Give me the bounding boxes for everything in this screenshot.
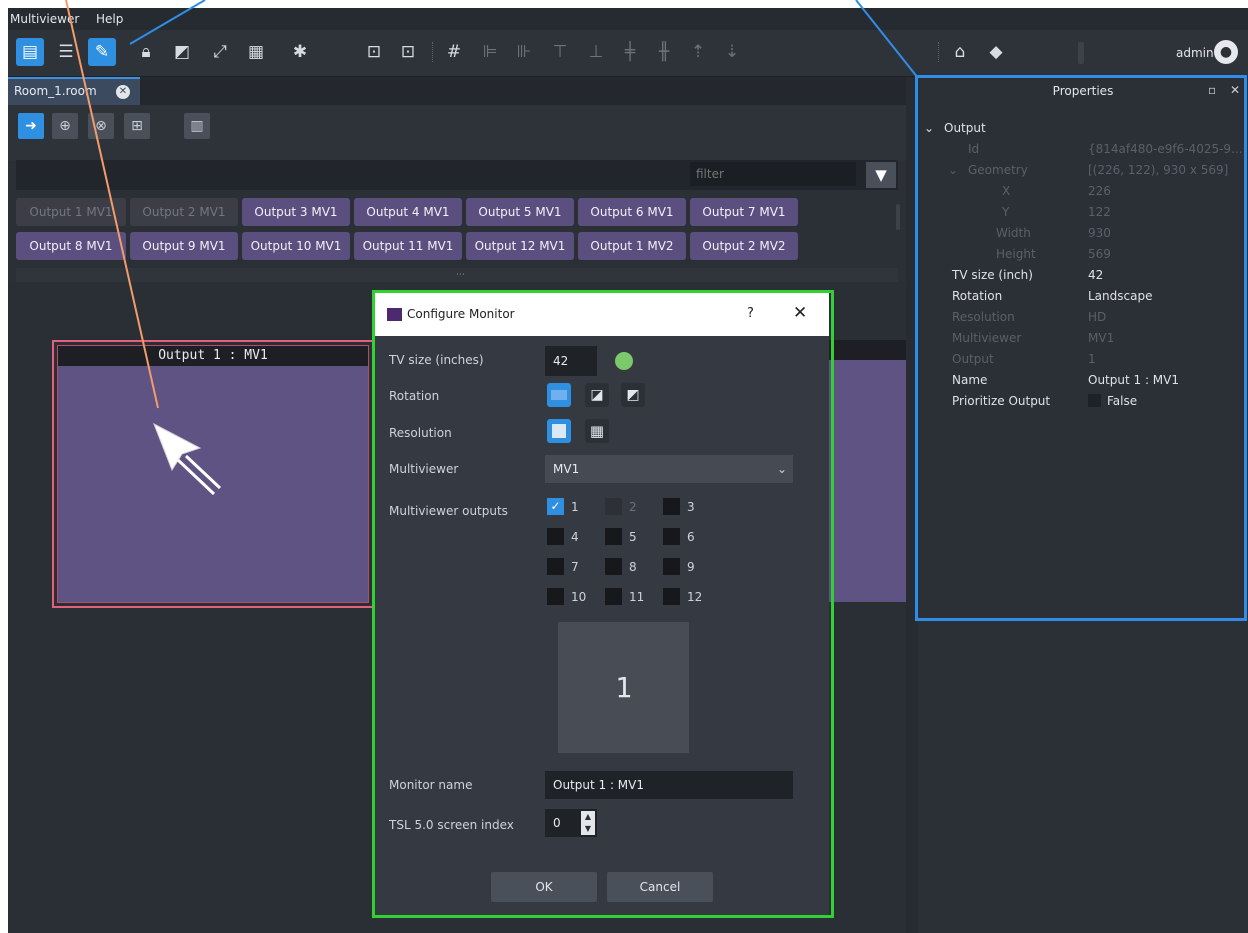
exit-edit-icon[interactable]: ➜ — [18, 113, 44, 139]
output-button[interactable]: Output 3 MV1 — [242, 198, 350, 226]
annotation-frame-dialog — [372, 290, 834, 918]
home-icon[interactable]: ⌂ — [946, 38, 974, 66]
output-button[interactable]: Output 1 MV1 — [16, 198, 126, 226]
user-label: admin — [1176, 46, 1214, 60]
edit-icon[interactable]: ✎ — [88, 38, 116, 66]
add-monitor-icon[interactable]: ⊕ — [52, 113, 78, 139]
output-button[interactable]: Output 10 MV1 — [242, 232, 350, 260]
user-avatar-icon[interactable]: ● — [1214, 40, 1238, 64]
output-button[interactable]: Output 8 MV1 — [16, 232, 126, 260]
monitor-partial-head — [828, 340, 906, 360]
center-h-icon[interactable]: ╫ — [650, 38, 678, 66]
output-button[interactable]: Output 6 MV1 — [578, 198, 686, 226]
filter-icon[interactable]: ▼ — [866, 162, 896, 188]
monitor-title: Output 1 : MV1 — [58, 346, 368, 366]
cursor-arrow-icon — [153, 422, 222, 496]
menu-multiviewer[interactable]: Multiviewer — [10, 12, 79, 26]
pane-splitter[interactable]: ⋯ — [16, 268, 898, 282]
filter-row: ▼ — [16, 160, 898, 190]
monitor-partial-body — [828, 360, 906, 602]
align-bottom-icon[interactable]: ⊥ — [582, 38, 610, 66]
annotation-frame-properties — [915, 75, 1247, 621]
grid-lines-icon[interactable]: # — [440, 38, 468, 66]
tab-room[interactable]: Room_1.room ✕ — [8, 77, 140, 105]
monitor-grid-icon[interactable]: ⊞ — [124, 113, 150, 139]
distribute-bottom-icon[interactable]: ⇣ — [718, 38, 746, 66]
tab-room-label: Room_1.room — [14, 84, 97, 98]
lock-icon[interactable]: 🔒︎ — [132, 38, 160, 66]
monitor-info-icon[interactable]: ▤ — [16, 38, 44, 66]
toolbar-separator — [432, 42, 435, 62]
filter-input[interactable] — [690, 162, 856, 186]
align-right-icon[interactable]: ⊪ — [510, 38, 538, 66]
align-left-icon[interactable]: ⊫ — [476, 38, 504, 66]
outputs-scrollbar[interactable] — [896, 204, 900, 230]
outputs-list: Output 1 MV1 Output 2 MV1 Output 3 MV1 O… — [16, 198, 900, 268]
align-top-icon[interactable]: ⊤ — [546, 38, 574, 66]
splitter-grip-icon: ⋯ — [456, 270, 465, 280]
gear-icon[interactable]: ✱ — [286, 38, 314, 66]
link-monitor-icon[interactable]: ⊗ — [88, 113, 114, 139]
tab-close-icon[interactable]: ✕ — [116, 85, 130, 99]
layers-icon[interactable]: ◩ — [168, 38, 196, 66]
import-icon[interactable]: ⊡ — [394, 38, 422, 66]
room-toolbar: ➜ ⊕ ⊗ ⊞ ▥ — [8, 105, 906, 161]
toolbar-separator — [938, 42, 941, 62]
output-button[interactable]: Output 11 MV1 — [354, 232, 462, 260]
output-button[interactable]: Output 2 MV2 — [690, 232, 798, 260]
grid-icon[interactable]: ▦ — [242, 38, 270, 66]
output-button[interactable]: Output 12 MV1 — [466, 232, 574, 260]
toolbar-scroll-handle — [1078, 42, 1084, 64]
trash-icon[interactable]: ▥ — [184, 113, 210, 139]
main-toolbar: ▤ ☰ ✎ 🔒︎ ◩ ⤢ ▦ ✱ ⊡ ⊡ # ⊫ ⊪ ⊤ ⊥ ╪ ╫ ⇡ ⇣ ⌂… — [8, 30, 1248, 77]
output-button[interactable]: Output 1 MV2 — [578, 232, 686, 260]
export-icon[interactable]: ⊡ — [360, 38, 388, 66]
document-tab-bar: Room_1.room ✕ — [8, 77, 906, 105]
menu-bar: Multiviewer Help — [8, 8, 1248, 30]
output-button[interactable]: Output 4 MV1 — [354, 198, 462, 226]
menu-help[interactable]: Help — [96, 12, 123, 26]
tag-icon[interactable]: ◆ — [982, 38, 1010, 66]
distribute-top-icon[interactable]: ⇡ — [684, 38, 712, 66]
output-button[interactable]: Output 2 MV1 — [130, 198, 238, 226]
output-button[interactable]: Output 7 MV1 — [690, 198, 798, 226]
monitor-partial[interactable] — [828, 340, 906, 602]
output-button[interactable]: Output 9 MV1 — [130, 232, 238, 260]
fullscreen-icon[interactable]: ⤢ — [206, 38, 234, 66]
output-button[interactable]: Output 5 MV1 — [466, 198, 574, 226]
tree-icon[interactable]: ☰ — [52, 38, 80, 66]
center-v-icon[interactable]: ╪ — [616, 38, 644, 66]
